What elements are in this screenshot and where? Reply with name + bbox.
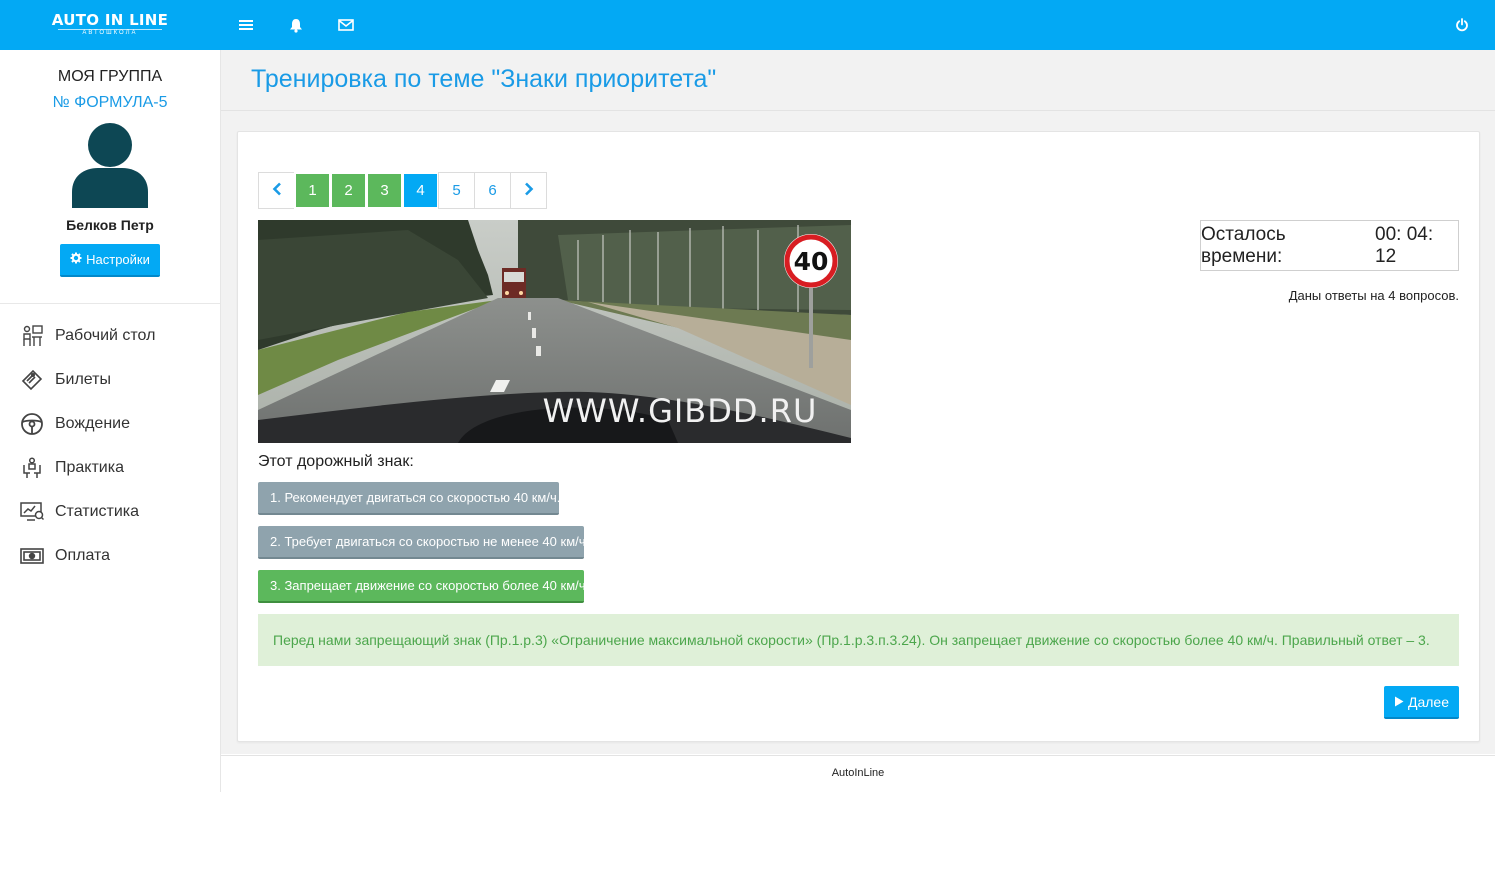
- answer-option-2[interactable]: 2. Требует двигаться со скоростью не мен…: [258, 526, 589, 559]
- footer: AutoInLine: [221, 755, 1495, 791]
- sidebar-item-label: Оплата: [55, 547, 111, 564]
- menu-icon[interactable]: [236, 15, 256, 35]
- sidebar-item-statistics[interactable]: Статистика: [0, 490, 220, 534]
- page-button-5[interactable]: 5: [438, 172, 475, 209]
- sidebar: МОЯ ГРУППА № ФОРМУЛА-5 Белков Петр Настр…: [0, 50, 221, 792]
- sidebar-item-practice[interactable]: Практика: [0, 446, 220, 490]
- timer-value: 00: 04: 12: [1375, 223, 1434, 267]
- group-name[interactable]: № ФОРМУЛА-5: [0, 94, 220, 112]
- brand-subtitle: АВТОШКОЛА: [58, 29, 162, 37]
- sidebar-item-tickets[interactable]: Билеты: [0, 358, 220, 402]
- bell-icon[interactable]: [286, 15, 306, 35]
- question-text: Этот дорожный знак:: [258, 453, 414, 470]
- sidebar-item-label: Билеты: [55, 371, 111, 388]
- sidebar-item-label: Рабочий стол: [55, 327, 156, 344]
- user-avatar-icon: [72, 123, 148, 208]
- group-label: МОЯ ГРУППА: [57, 68, 163, 85]
- footer-text: AutoInLine: [831, 767, 885, 779]
- sidebar-divider: [0, 303, 220, 304]
- page-button-1[interactable]: 1: [294, 172, 331, 209]
- sidebar-item-label: Практика: [55, 459, 124, 476]
- page-button-2[interactable]: 2: [330, 172, 367, 209]
- desk-icon: [20, 324, 44, 348]
- page-button-4[interactable]: 4: [402, 172, 439, 209]
- page-button-6[interactable]: 6: [474, 172, 511, 209]
- next-page-button[interactable]: [510, 172, 547, 209]
- image-watermark: WWW.GIBDD.RU: [543, 392, 818, 430]
- answered-count: Даны ответы на 4 вопросов.: [1288, 288, 1459, 303]
- settings-button[interactable]: Настройки: [60, 244, 160, 277]
- answer-option-1[interactable]: 1. Рекомендует двигаться со скоростью 40…: [258, 482, 560, 515]
- question-pagination: 1 2 3 4 5 6: [258, 172, 547, 209]
- brand-name: AUTO IN LINE: [51, 11, 169, 29]
- prev-page-button[interactable]: [258, 172, 295, 209]
- question-image: 40 WWW.GIBDD.RU: [258, 220, 851, 443]
- gear-icon: [70, 252, 82, 267]
- chevron-left-icon: [272, 182, 282, 200]
- user-name: Белков Петр: [66, 217, 154, 233]
- sidebar-item-payment[interactable]: Оплата: [0, 534, 220, 578]
- practice-icon: [20, 456, 44, 480]
- envelope-icon[interactable]: [336, 15, 356, 35]
- answer-explanation: Перед нами запрещающий знак (Пр.1.р.3) «…: [258, 614, 1459, 666]
- sidebar-item-label: Вождение: [55, 415, 130, 432]
- timer-label: Осталось времени:: [1201, 223, 1286, 267]
- sidebar-item-desktop[interactable]: Рабочий стол: [0, 314, 220, 358]
- page-title: Тренировка по теме "Знаки приоритета": [251, 65, 717, 93]
- next-button-label: Далее: [1407, 693, 1449, 710]
- sidebar-item-driving[interactable]: Вождение: [0, 402, 220, 446]
- page-header: Тренировка по теме "Знаки приоритета": [221, 50, 1495, 111]
- chevron-right-icon: [524, 182, 534, 200]
- top-navbar: AUTO IN LINE АВТОШКОЛА: [0, 0, 1495, 50]
- play-icon: [1394, 694, 1404, 710]
- monitor-stats-icon: [20, 500, 44, 524]
- steering-wheel-icon: [20, 412, 44, 436]
- next-button[interactable]: Далее: [1384, 686, 1459, 719]
- money-icon: [20, 544, 44, 568]
- ticket-icon: [20, 368, 44, 392]
- answer-option-3[interactable]: 3. Запрещает движение со скоростью более…: [258, 570, 589, 603]
- page-button-3[interactable]: 3: [366, 172, 403, 209]
- power-icon[interactable]: [1452, 15, 1472, 35]
- brand-logo[interactable]: AUTO IN LINE АВТОШКОЛА: [50, 11, 170, 37]
- settings-button-label: Настройки: [86, 252, 150, 267]
- timer-box: Осталось времени: 00: 04: 12: [1200, 220, 1459, 271]
- avatar: [70, 122, 150, 208]
- sidebar-item-label: Статистика: [55, 503, 140, 520]
- sidebar-nav: Рабочий стол Билеты Вождение Практика Ст…: [0, 314, 220, 578]
- sign-value: 40: [794, 247, 829, 276]
